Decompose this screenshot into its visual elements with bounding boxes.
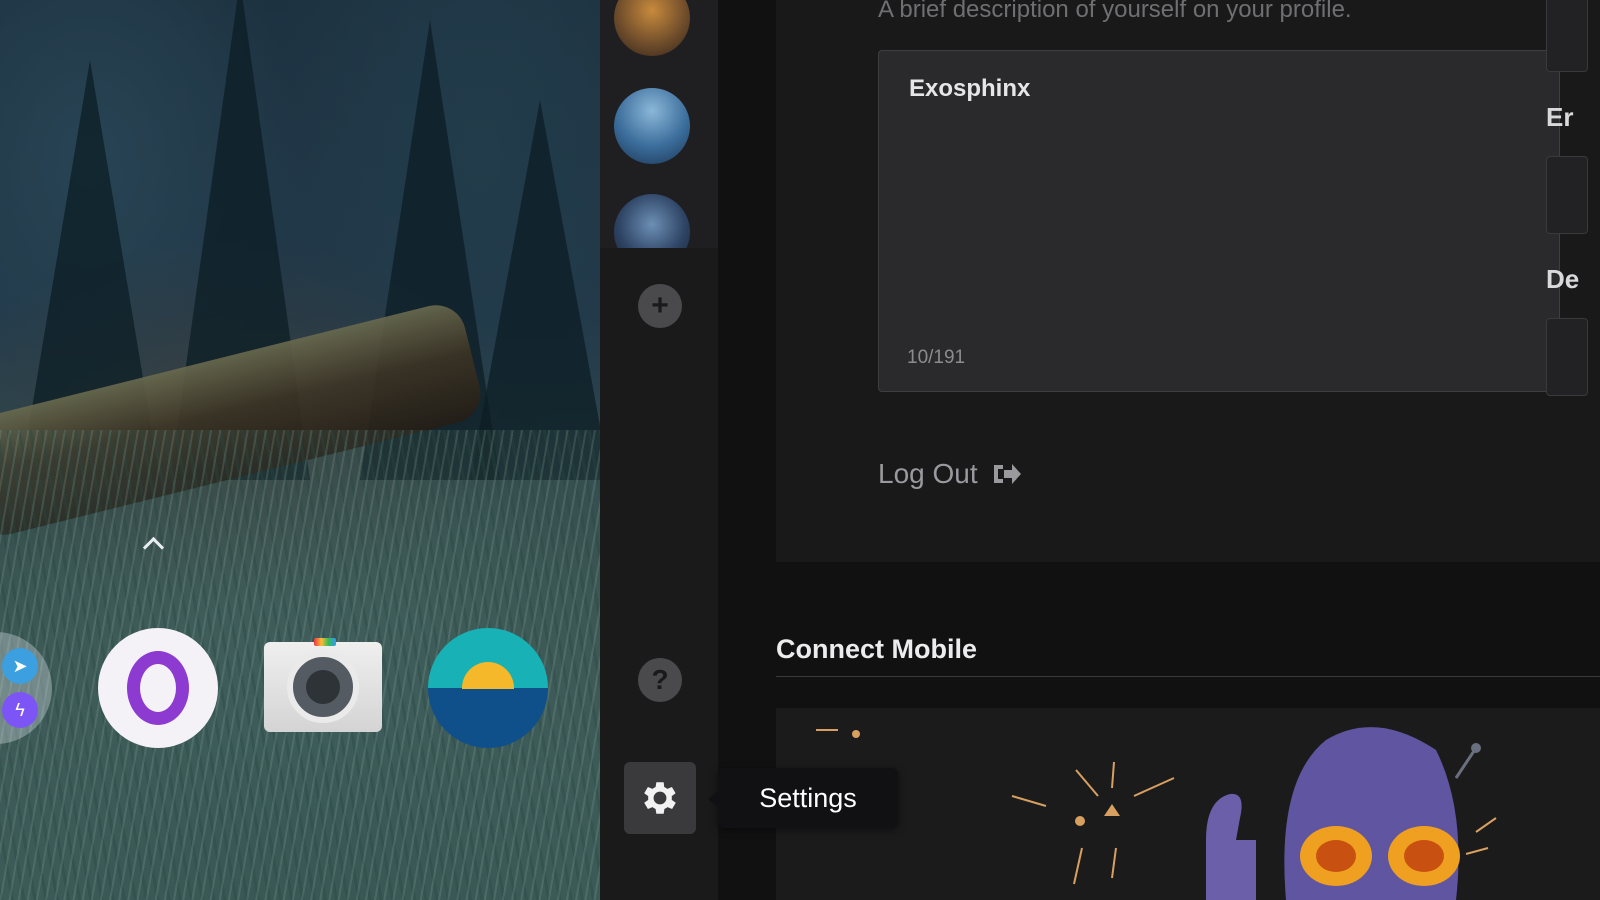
section-divider: [776, 676, 1600, 677]
server-rail: + ?: [600, 0, 718, 900]
right-field[interactable]: [1546, 0, 1588, 72]
logout-label: Log Out: [878, 458, 978, 489]
question-icon: ?: [651, 664, 669, 695]
settings-button[interactable]: [624, 762, 696, 834]
sun-icon: [462, 662, 514, 690]
right-field[interactable]: [1546, 318, 1588, 396]
logout-button[interactable]: Log Out: [878, 458, 1022, 490]
settings-content: A brief description of yourself on your …: [718, 0, 1600, 900]
opera-app-icon[interactable]: [98, 628, 218, 748]
server-avatar[interactable]: [614, 0, 690, 56]
gear-icon: [644, 782, 676, 814]
server-avatar[interactable]: [614, 194, 690, 248]
logout-icon: [993, 464, 1021, 484]
settings-tooltip: Settings: [708, 768, 898, 828]
server-list: [600, 0, 718, 248]
camera-app-icon[interactable]: [264, 638, 382, 732]
help-button[interactable]: ?: [638, 658, 682, 702]
weather-app-icon[interactable]: [428, 628, 548, 748]
right-field[interactable]: [1546, 156, 1588, 234]
right-field-label: De: [1546, 264, 1580, 294]
add-server-button[interactable]: +: [638, 284, 682, 328]
plus-icon: +: [651, 289, 669, 322]
server-avatar[interactable]: [614, 88, 690, 164]
bio-char-count: 10/191: [907, 347, 966, 368]
bio-description: A brief description of yourself on your …: [878, 0, 1352, 23]
opera-logo-icon: [127, 651, 189, 725]
camera-flash-stripe: [314, 638, 336, 646]
right-field-label: Er: [1546, 102, 1574, 132]
android-home-screen: ➤ ϟ: [0, 0, 612, 900]
bio-textarea[interactable]: Exosphinx 10/191: [878, 50, 1560, 392]
wallpaper-tree: [470, 100, 610, 480]
messenger-icon: ϟ: [2, 692, 38, 728]
mascot-illustration: [816, 727, 1497, 900]
connect-mobile-title: Connect Mobile: [776, 634, 977, 664]
right-settings-column: Er De: [1546, 0, 1600, 560]
camera-lens-icon: [287, 651, 359, 723]
profile-panel: A brief description of yourself on your …: [776, 0, 1600, 562]
telegram-icon: ➤: [2, 648, 38, 684]
connect-mobile-panel: [776, 708, 1600, 900]
bio-value: Exosphinx: [909, 75, 1031, 102]
